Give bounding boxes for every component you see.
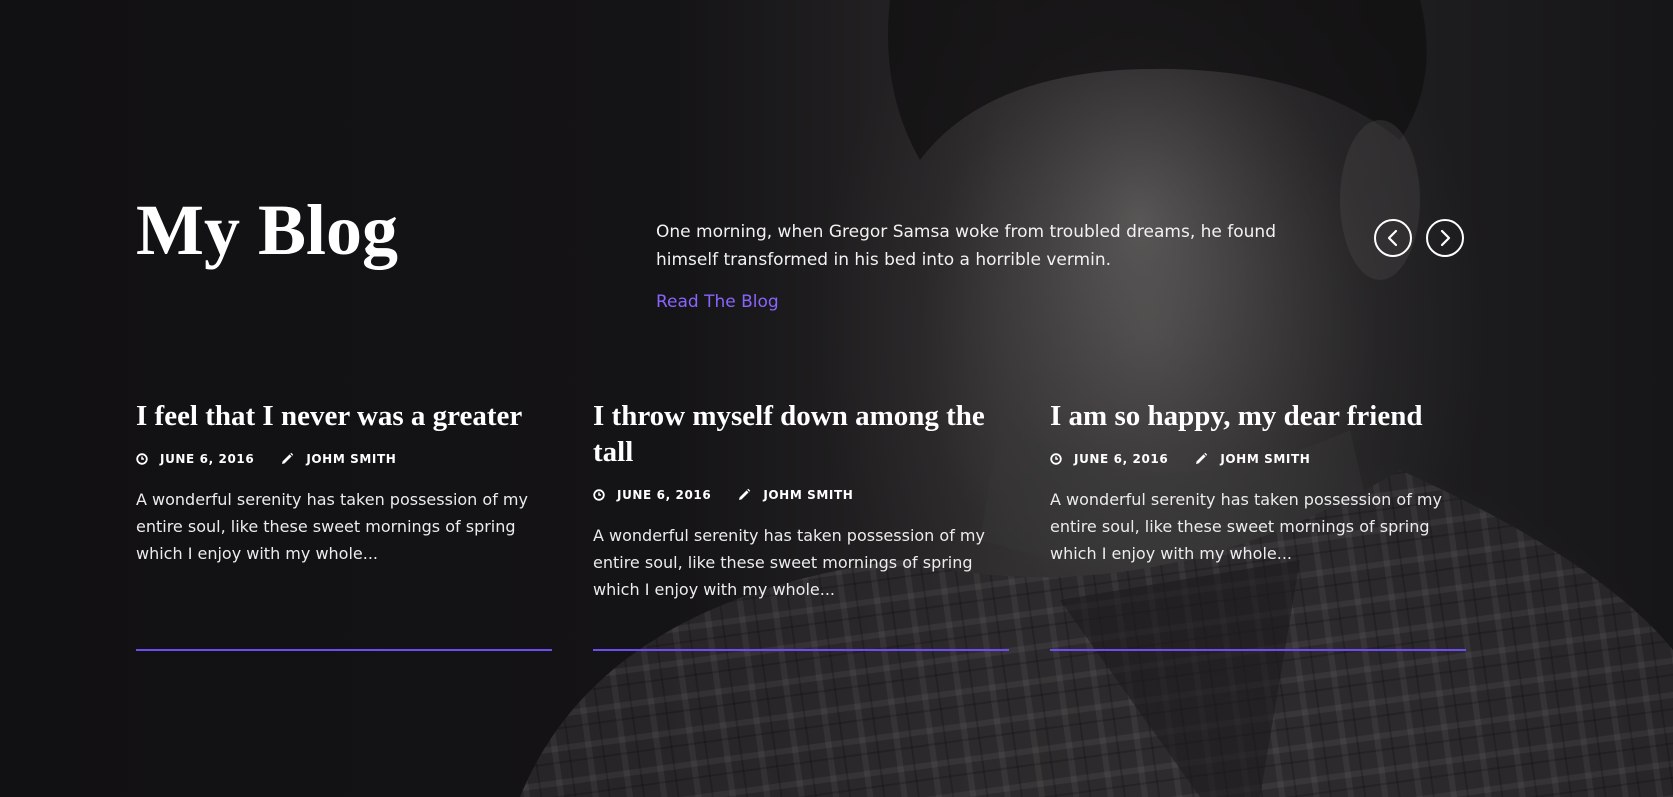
pencil-icon	[739, 488, 751, 500]
post-meta: JUNE 6, 2016 JOHM SMITH	[1050, 452, 1466, 466]
pencil-icon	[282, 452, 294, 464]
post-author-text[interactable]: JOHM SMITH	[763, 488, 853, 502]
page-title: My Blog	[136, 190, 398, 270]
post-meta: JUNE 6, 2016 JOHM SMITH	[593, 488, 1009, 502]
post-author: JOHM SMITH	[280, 452, 396, 466]
carousel-next-button[interactable]	[1426, 219, 1464, 257]
post-author-text[interactable]: JOHM SMITH	[306, 452, 396, 466]
post-author-text[interactable]: JOHM SMITH	[1220, 452, 1310, 466]
chevron-left-icon	[1387, 229, 1398, 247]
post-author: JOHM SMITH	[737, 488, 853, 502]
post-title[interactable]: I feel that I never was a greater	[136, 398, 552, 434]
post-excerpt: A wonderful serenity has taken possessio…	[136, 490, 528, 563]
post-excerpt: A wonderful serenity has taken possessio…	[593, 526, 985, 599]
post-divider	[593, 649, 1009, 651]
clock-icon	[593, 489, 605, 501]
post-title[interactable]: I am so happy, my dear friend	[1050, 398, 1466, 434]
clock-icon	[136, 453, 148, 465]
post-date-text: JUNE 6, 2016	[617, 488, 712, 502]
chevron-right-icon	[1440, 229, 1451, 247]
post-date-text: JUNE 6, 2016	[1074, 452, 1169, 466]
blog-post-card: I throw myself down among the tall JUNE …	[593, 398, 1009, 603]
post-title[interactable]: I throw myself down among the tall	[593, 398, 1009, 470]
intro-text: One morning, when Gregor Samsa woke from…	[656, 222, 1277, 270]
pencil-icon	[1196, 452, 1208, 464]
blog-post-card: I feel that I never was a greater JUNE 6…	[136, 398, 552, 567]
post-author: JOHM SMITH	[1194, 452, 1310, 466]
post-date: JUNE 6, 2016	[1050, 452, 1168, 466]
post-date: JUNE 6, 2016	[593, 488, 711, 502]
post-divider	[136, 649, 552, 651]
post-meta: JUNE 6, 2016 JOHM SMITH	[136, 452, 552, 466]
post-divider	[1050, 649, 1466, 651]
post-date-text: JUNE 6, 2016	[160, 452, 255, 466]
post-excerpt: A wonderful serenity has taken possessio…	[1050, 490, 1442, 563]
carousel-prev-button[interactable]	[1374, 219, 1412, 257]
blog-post-card: I am so happy, my dear friend JUNE 6, 20…	[1050, 398, 1466, 567]
post-date: JUNE 6, 2016	[136, 452, 254, 466]
clock-icon	[1050, 453, 1062, 465]
blog-section: My Blog One morning, when Gregor Samsa w…	[0, 0, 1673, 797]
read-blog-link[interactable]: Read The Blog	[656, 292, 779, 312]
